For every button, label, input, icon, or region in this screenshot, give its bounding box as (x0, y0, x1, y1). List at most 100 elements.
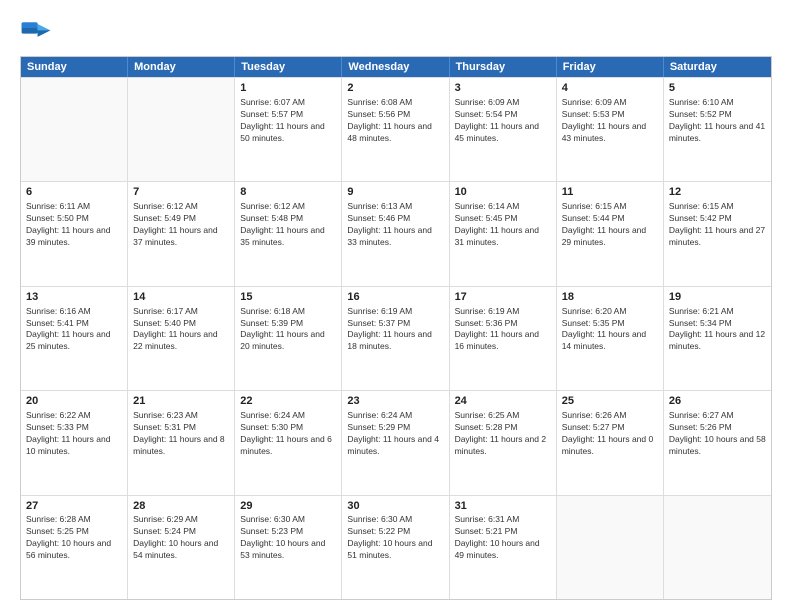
calendar-cell-empty (664, 496, 771, 599)
cell-info: Sunrise: 6:19 AM Sunset: 5:37 PM Dayligh… (347, 306, 443, 354)
cell-info: Sunrise: 6:12 AM Sunset: 5:48 PM Dayligh… (240, 201, 336, 249)
calendar-cell-29: 29Sunrise: 6:30 AM Sunset: 5:23 PM Dayli… (235, 496, 342, 599)
calendar-cell-1: 1Sunrise: 6:07 AM Sunset: 5:57 PM Daylig… (235, 78, 342, 181)
cell-info: Sunrise: 6:30 AM Sunset: 5:23 PM Dayligh… (240, 514, 336, 562)
calendar-cell-31: 31Sunrise: 6:31 AM Sunset: 5:21 PM Dayli… (450, 496, 557, 599)
calendar-cell-21: 21Sunrise: 6:23 AM Sunset: 5:31 PM Dayli… (128, 391, 235, 494)
cell-info: Sunrise: 6:22 AM Sunset: 5:33 PM Dayligh… (26, 410, 122, 458)
calendar: SundayMondayTuesdayWednesdayThursdayFrid… (20, 56, 772, 600)
cell-info: Sunrise: 6:23 AM Sunset: 5:31 PM Dayligh… (133, 410, 229, 458)
calendar-cell-4: 4Sunrise: 6:09 AM Sunset: 5:53 PM Daylig… (557, 78, 664, 181)
day-number: 27 (26, 499, 122, 514)
cell-info: Sunrise: 6:31 AM Sunset: 5:21 PM Dayligh… (455, 514, 551, 562)
day-number: 17 (455, 290, 551, 305)
calendar-cell-3: 3Sunrise: 6:09 AM Sunset: 5:54 PM Daylig… (450, 78, 557, 181)
cell-info: Sunrise: 6:24 AM Sunset: 5:29 PM Dayligh… (347, 410, 443, 458)
day-number: 11 (562, 185, 658, 200)
calendar-row-4: 20Sunrise: 6:22 AM Sunset: 5:33 PM Dayli… (21, 390, 771, 494)
calendar-cell-9: 9Sunrise: 6:13 AM Sunset: 5:46 PM Daylig… (342, 182, 449, 285)
cell-info: Sunrise: 6:14 AM Sunset: 5:45 PM Dayligh… (455, 201, 551, 249)
cell-info: Sunrise: 6:27 AM Sunset: 5:26 PM Dayligh… (669, 410, 766, 458)
calendar-cell-15: 15Sunrise: 6:18 AM Sunset: 5:39 PM Dayli… (235, 287, 342, 390)
day-number: 20 (26, 394, 122, 409)
day-number: 30 (347, 499, 443, 514)
calendar-cell-10: 10Sunrise: 6:14 AM Sunset: 5:45 PM Dayli… (450, 182, 557, 285)
header-day-wednesday: Wednesday (342, 57, 449, 77)
header-day-thursday: Thursday (450, 57, 557, 77)
header-day-sunday: Sunday (21, 57, 128, 77)
day-number: 22 (240, 394, 336, 409)
day-number: 15 (240, 290, 336, 305)
calendar-cell-30: 30Sunrise: 6:30 AM Sunset: 5:22 PM Dayli… (342, 496, 449, 599)
cell-info: Sunrise: 6:18 AM Sunset: 5:39 PM Dayligh… (240, 306, 336, 354)
calendar-row-3: 13Sunrise: 6:16 AM Sunset: 5:41 PM Dayli… (21, 286, 771, 390)
calendar-cell-28: 28Sunrise: 6:29 AM Sunset: 5:24 PM Dayli… (128, 496, 235, 599)
day-number: 24 (455, 394, 551, 409)
day-number: 12 (669, 185, 766, 200)
calendar-cell-27: 27Sunrise: 6:28 AM Sunset: 5:25 PM Dayli… (21, 496, 128, 599)
day-number: 26 (669, 394, 766, 409)
day-number: 31 (455, 499, 551, 514)
day-number: 14 (133, 290, 229, 305)
calendar-cell-16: 16Sunrise: 6:19 AM Sunset: 5:37 PM Dayli… (342, 287, 449, 390)
cell-info: Sunrise: 6:07 AM Sunset: 5:57 PM Dayligh… (240, 97, 336, 145)
cell-info: Sunrise: 6:28 AM Sunset: 5:25 PM Dayligh… (26, 514, 122, 562)
cell-info: Sunrise: 6:15 AM Sunset: 5:42 PM Dayligh… (669, 201, 766, 249)
day-number: 29 (240, 499, 336, 514)
cell-info: Sunrise: 6:09 AM Sunset: 5:54 PM Dayligh… (455, 97, 551, 145)
day-number: 1 (240, 81, 336, 96)
calendar-cell-23: 23Sunrise: 6:24 AM Sunset: 5:29 PM Dayli… (342, 391, 449, 494)
calendar-cell-6: 6Sunrise: 6:11 AM Sunset: 5:50 PM Daylig… (21, 182, 128, 285)
cell-info: Sunrise: 6:17 AM Sunset: 5:40 PM Dayligh… (133, 306, 229, 354)
day-number: 16 (347, 290, 443, 305)
calendar-cell-25: 25Sunrise: 6:26 AM Sunset: 5:27 PM Dayli… (557, 391, 664, 494)
day-number: 3 (455, 81, 551, 96)
cell-info: Sunrise: 6:16 AM Sunset: 5:41 PM Dayligh… (26, 306, 122, 354)
calendar-cell-empty (128, 78, 235, 181)
calendar-cell-19: 19Sunrise: 6:21 AM Sunset: 5:34 PM Dayli… (664, 287, 771, 390)
page: SundayMondayTuesdayWednesdayThursdayFrid… (0, 0, 792, 612)
header-day-friday: Friday (557, 57, 664, 77)
day-number: 2 (347, 81, 443, 96)
calendar-cell-26: 26Sunrise: 6:27 AM Sunset: 5:26 PM Dayli… (664, 391, 771, 494)
calendar-cell-2: 2Sunrise: 6:08 AM Sunset: 5:56 PM Daylig… (342, 78, 449, 181)
cell-info: Sunrise: 6:26 AM Sunset: 5:27 PM Dayligh… (562, 410, 658, 458)
header (20, 16, 772, 48)
day-number: 5 (669, 81, 766, 96)
cell-info: Sunrise: 6:20 AM Sunset: 5:35 PM Dayligh… (562, 306, 658, 354)
cell-info: Sunrise: 6:12 AM Sunset: 5:49 PM Dayligh… (133, 201, 229, 249)
cell-info: Sunrise: 6:29 AM Sunset: 5:24 PM Dayligh… (133, 514, 229, 562)
logo-icon (20, 16, 52, 48)
day-number: 19 (669, 290, 766, 305)
calendar-cell-17: 17Sunrise: 6:19 AM Sunset: 5:36 PM Dayli… (450, 287, 557, 390)
calendar-cell-7: 7Sunrise: 6:12 AM Sunset: 5:49 PM Daylig… (128, 182, 235, 285)
day-number: 28 (133, 499, 229, 514)
calendar-body: 1Sunrise: 6:07 AM Sunset: 5:57 PM Daylig… (21, 77, 771, 599)
cell-info: Sunrise: 6:21 AM Sunset: 5:34 PM Dayligh… (669, 306, 766, 354)
calendar-cell-22: 22Sunrise: 6:24 AM Sunset: 5:30 PM Dayli… (235, 391, 342, 494)
calendar-row-1: 1Sunrise: 6:07 AM Sunset: 5:57 PM Daylig… (21, 77, 771, 181)
calendar-row-2: 6Sunrise: 6:11 AM Sunset: 5:50 PM Daylig… (21, 181, 771, 285)
cell-info: Sunrise: 6:15 AM Sunset: 5:44 PM Dayligh… (562, 201, 658, 249)
cell-info: Sunrise: 6:11 AM Sunset: 5:50 PM Dayligh… (26, 201, 122, 249)
calendar-cell-empty (21, 78, 128, 181)
day-number: 10 (455, 185, 551, 200)
day-number: 21 (133, 394, 229, 409)
day-number: 4 (562, 81, 658, 96)
header-day-tuesday: Tuesday (235, 57, 342, 77)
calendar-cell-14: 14Sunrise: 6:17 AM Sunset: 5:40 PM Dayli… (128, 287, 235, 390)
day-number: 23 (347, 394, 443, 409)
header-day-saturday: Saturday (664, 57, 771, 77)
cell-info: Sunrise: 6:19 AM Sunset: 5:36 PM Dayligh… (455, 306, 551, 354)
day-number: 9 (347, 185, 443, 200)
calendar-cell-18: 18Sunrise: 6:20 AM Sunset: 5:35 PM Dayli… (557, 287, 664, 390)
calendar-cell-12: 12Sunrise: 6:15 AM Sunset: 5:42 PM Dayli… (664, 182, 771, 285)
calendar-cell-5: 5Sunrise: 6:10 AM Sunset: 5:52 PM Daylig… (664, 78, 771, 181)
logo (20, 16, 56, 48)
calendar-cell-24: 24Sunrise: 6:25 AM Sunset: 5:28 PM Dayli… (450, 391, 557, 494)
day-number: 18 (562, 290, 658, 305)
day-number: 8 (240, 185, 336, 200)
cell-info: Sunrise: 6:24 AM Sunset: 5:30 PM Dayligh… (240, 410, 336, 458)
day-number: 6 (26, 185, 122, 200)
header-day-monday: Monday (128, 57, 235, 77)
